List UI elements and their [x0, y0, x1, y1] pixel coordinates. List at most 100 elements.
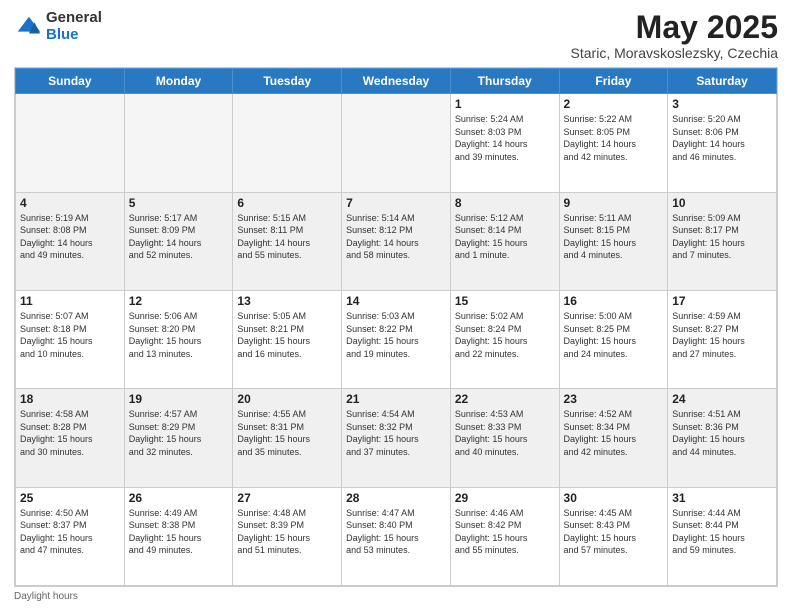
day-number: 1	[455, 97, 555, 111]
logo-general-text: General	[46, 10, 102, 27]
cell-info: Sunrise: 5:24 AM Sunset: 8:03 PM Dayligh…	[455, 113, 555, 163]
cell-info: Sunrise: 5:07 AM Sunset: 8:18 PM Dayligh…	[20, 310, 120, 360]
day-number: 7	[346, 196, 446, 210]
cal-cell-7: 7 Sunrise: 5:14 AM Sunset: 8:12 PM Daylig…	[342, 192, 451, 290]
cell-info: Sunrise: 4:46 AM Sunset: 8:42 PM Dayligh…	[455, 507, 555, 557]
cell-info: Sunrise: 4:45 AM Sunset: 8:43 PM Dayligh…	[564, 507, 664, 557]
cell-info: Sunrise: 4:54 AM Sunset: 8:32 PM Dayligh…	[346, 408, 446, 458]
cell-info: Sunrise: 5:11 AM Sunset: 8:15 PM Dayligh…	[564, 212, 664, 262]
cal-cell-21: 21 Sunrise: 4:54 AM Sunset: 8:32 PM Dayli…	[342, 389, 451, 487]
day-number: 28	[346, 491, 446, 505]
cell-info: Sunrise: 5:22 AM Sunset: 8:05 PM Dayligh…	[564, 113, 664, 163]
cell-info: Sunrise: 5:06 AM Sunset: 8:20 PM Dayligh…	[129, 310, 229, 360]
cal-cell-27: 27Sunrise: 4:48 AM Sunset: 8:39 PM Dayli…	[233, 487, 342, 585]
cal-cell-empty-w0c2	[233, 94, 342, 192]
cell-info: Sunrise: 5:03 AM Sunset: 8:22 PM Dayligh…	[346, 310, 446, 360]
page: General Blue May 2025 Staric, Moravskosl…	[0, 0, 792, 612]
day-number: 29	[455, 491, 555, 505]
header-right: May 2025 Staric, Moravskoslezsky, Czechi…	[571, 10, 778, 61]
day-header-sunday: Sunday	[16, 69, 125, 94]
calendar-header: SundayMondayTuesdayWednesdayThursdayFrid…	[16, 69, 777, 94]
week-row-2: 4 Sunrise: 5:19 AM Sunset: 8:08 PM Daylig…	[16, 192, 777, 290]
cal-cell-22: 22Sunrise: 4:53 AM Sunset: 8:33 PM Dayli…	[450, 389, 559, 487]
day-header-saturday: Saturday	[668, 69, 777, 94]
cell-info: Sunrise: 5:00 AM Sunset: 8:25 PM Dayligh…	[564, 310, 664, 360]
cell-info: Sunrise: 5:15 AM Sunset: 8:11 PM Dayligh…	[237, 212, 337, 262]
day-number: 24	[672, 392, 772, 406]
cal-cell-empty-w0c1	[124, 94, 233, 192]
day-number: 23	[564, 392, 664, 406]
cal-cell-empty-w0c0	[16, 94, 125, 192]
cell-info: Sunrise: 4:53 AM Sunset: 8:33 PM Dayligh…	[455, 408, 555, 458]
footer: Daylight hours	[14, 591, 778, 602]
day-number: 26	[129, 491, 229, 505]
cell-info: Sunrise: 4:51 AM Sunset: 8:36 PM Dayligh…	[672, 408, 772, 458]
week-row-5: 25Sunrise: 4:50 AM Sunset: 8:37 PM Dayli…	[16, 487, 777, 585]
day-number: 16	[564, 294, 664, 308]
day-header-wednesday: Wednesday	[342, 69, 451, 94]
logo-icon	[14, 13, 42, 41]
week-row-4: 18 Sunrise: 4:58 AM Sunset: 8:28 PM Dayli…	[16, 389, 777, 487]
cal-cell-8: 8Sunrise: 5:12 AM Sunset: 8:14 PM Daylig…	[450, 192, 559, 290]
cal-cell-23: 23 Sunrise: 4:52 AM Sunset: 8:34 PM Dayli…	[559, 389, 668, 487]
day-number: 11	[20, 294, 120, 308]
cal-cell-1: 1 Sunrise: 5:24 AM Sunset: 8:03 PM Daylig…	[450, 94, 559, 192]
cell-info: Sunrise: 4:52 AM Sunset: 8:34 PM Dayligh…	[564, 408, 664, 458]
daylight-label: Daylight hours	[14, 591, 78, 602]
cell-info: Sunrise: 5:14 AM Sunset: 8:12 PM Dayligh…	[346, 212, 446, 262]
calendar-table: SundayMondayTuesdayWednesdayThursdayFrid…	[15, 68, 777, 586]
cal-cell-empty-w0c3	[342, 94, 451, 192]
day-number: 19	[129, 392, 229, 406]
logo-text: General Blue	[46, 10, 102, 43]
day-number: 2	[564, 97, 664, 111]
day-number: 14	[346, 294, 446, 308]
cell-info: Sunrise: 4:55 AM Sunset: 8:31 PM Dayligh…	[237, 408, 337, 458]
day-number: 20	[237, 392, 337, 406]
month-title: May 2025	[571, 10, 778, 45]
cal-cell-17: 17Sunrise: 4:59 AM Sunset: 8:27 PM Dayli…	[668, 290, 777, 388]
cal-cell-28: 28 Sunrise: 4:47 AM Sunset: 8:40 PM Dayli…	[342, 487, 451, 585]
day-number: 15	[455, 294, 555, 308]
cell-info: Sunrise: 5:19 AM Sunset: 8:08 PM Dayligh…	[20, 212, 120, 262]
cell-info: Sunrise: 5:17 AM Sunset: 8:09 PM Dayligh…	[129, 212, 229, 262]
day-number: 3	[672, 97, 772, 111]
cal-cell-18: 18 Sunrise: 4:58 AM Sunset: 8:28 PM Dayli…	[16, 389, 125, 487]
week-row-1: 1 Sunrise: 5:24 AM Sunset: 8:03 PM Daylig…	[16, 94, 777, 192]
day-number: 10	[672, 196, 772, 210]
day-number: 8	[455, 196, 555, 210]
day-number: 21	[346, 392, 446, 406]
day-header-monday: Monday	[124, 69, 233, 94]
cal-cell-9: 9Sunrise: 5:11 AM Sunset: 8:15 PM Daylig…	[559, 192, 668, 290]
calendar: SundayMondayTuesdayWednesdayThursdayFrid…	[14, 67, 778, 587]
cal-cell-6: 6Sunrise: 5:15 AM Sunset: 8:11 PM Daylig…	[233, 192, 342, 290]
day-number: 18	[20, 392, 120, 406]
cal-cell-3: 3Sunrise: 5:20 AM Sunset: 8:06 PM Daylig…	[668, 94, 777, 192]
cal-cell-19: 19Sunrise: 4:57 AM Sunset: 8:29 PM Dayli…	[124, 389, 233, 487]
day-header-tuesday: Tuesday	[233, 69, 342, 94]
cell-info: Sunrise: 5:05 AM Sunset: 8:21 PM Dayligh…	[237, 310, 337, 360]
cell-info: Sunrise: 5:09 AM Sunset: 8:17 PM Dayligh…	[672, 212, 772, 262]
cal-cell-15: 15Sunrise: 5:02 AM Sunset: 8:24 PM Dayli…	[450, 290, 559, 388]
cell-info: Sunrise: 4:59 AM Sunset: 8:27 PM Dayligh…	[672, 310, 772, 360]
cal-cell-24: 24 Sunrise: 4:51 AM Sunset: 8:36 PM Dayli…	[668, 389, 777, 487]
cal-cell-12: 12 Sunrise: 5:06 AM Sunset: 8:20 PM Dayli…	[124, 290, 233, 388]
day-number: 25	[20, 491, 120, 505]
week-row-3: 11 Sunrise: 5:07 AM Sunset: 8:18 PM Dayli…	[16, 290, 777, 388]
cell-info: Sunrise: 4:48 AM Sunset: 8:39 PM Dayligh…	[237, 507, 337, 557]
day-number: 4	[20, 196, 120, 210]
cal-cell-31: 31Sunrise: 4:44 AM Sunset: 8:44 PM Dayli…	[668, 487, 777, 585]
cal-cell-25: 25Sunrise: 4:50 AM Sunset: 8:37 PM Dayli…	[16, 487, 125, 585]
day-header-row: SundayMondayTuesdayWednesdayThursdayFrid…	[16, 69, 777, 94]
day-number: 13	[237, 294, 337, 308]
cell-info: Sunrise: 4:47 AM Sunset: 8:40 PM Dayligh…	[346, 507, 446, 557]
day-number: 12	[129, 294, 229, 308]
day-number: 30	[564, 491, 664, 505]
cell-info: Sunrise: 4:58 AM Sunset: 8:28 PM Dayligh…	[20, 408, 120, 458]
location: Staric, Moravskoslezsky, Czechia	[571, 45, 778, 61]
day-header-thursday: Thursday	[450, 69, 559, 94]
cal-cell-4: 4 Sunrise: 5:19 AM Sunset: 8:08 PM Daylig…	[16, 192, 125, 290]
calendar-body: 1 Sunrise: 5:24 AM Sunset: 8:03 PM Daylig…	[16, 94, 777, 586]
cal-cell-11: 11 Sunrise: 5:07 AM Sunset: 8:18 PM Dayli…	[16, 290, 125, 388]
day-header-friday: Friday	[559, 69, 668, 94]
cal-cell-20: 20 Sunrise: 4:55 AM Sunset: 8:31 PM Dayli…	[233, 389, 342, 487]
